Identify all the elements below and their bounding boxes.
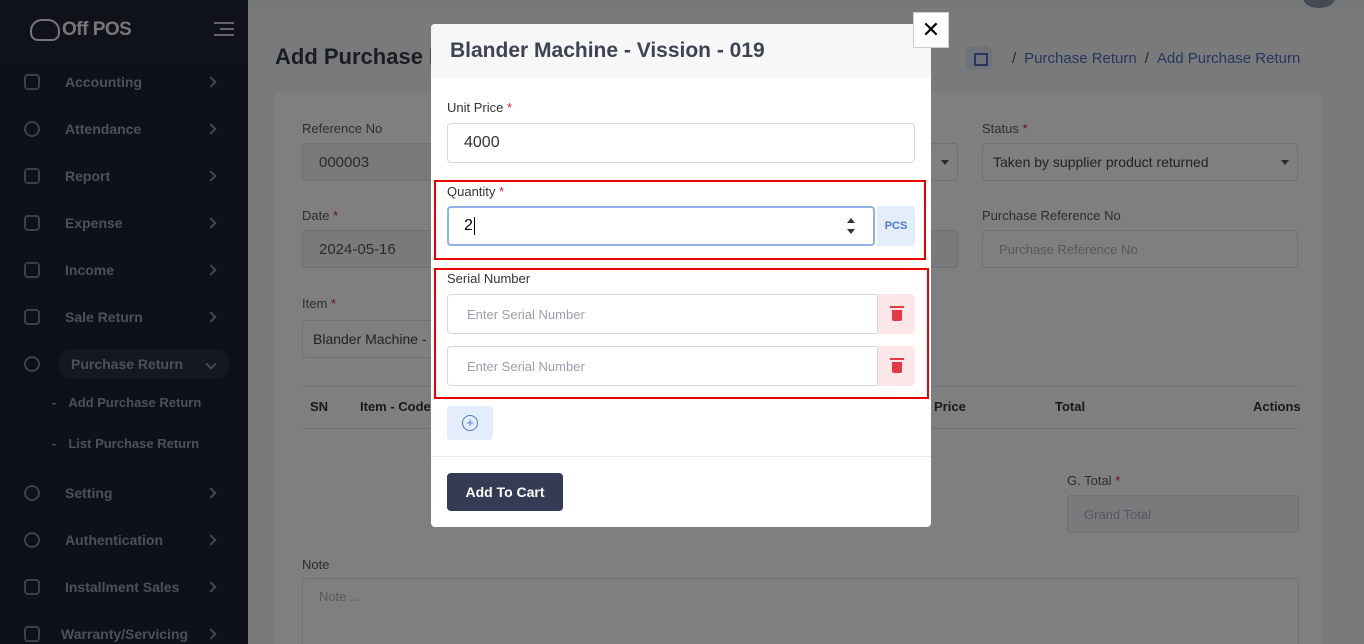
modal-title: Blander Machine - Vission - 019 xyxy=(431,24,931,78)
close-modal-button[interactable]: ✕ xyxy=(913,12,949,48)
close-icon: ✕ xyxy=(921,17,941,42)
add-to-cart-button[interactable]: Add To Cart xyxy=(447,473,563,511)
add-serial-button[interactable]: + xyxy=(447,406,493,440)
unit-price-label: Unit Price * xyxy=(447,100,513,115)
serial-number-highlight-box xyxy=(434,268,929,399)
plus-circle-icon: + xyxy=(462,415,478,431)
quantity-highlight-box xyxy=(434,180,926,260)
unit-price-input[interactable]: 4000 xyxy=(447,123,915,163)
